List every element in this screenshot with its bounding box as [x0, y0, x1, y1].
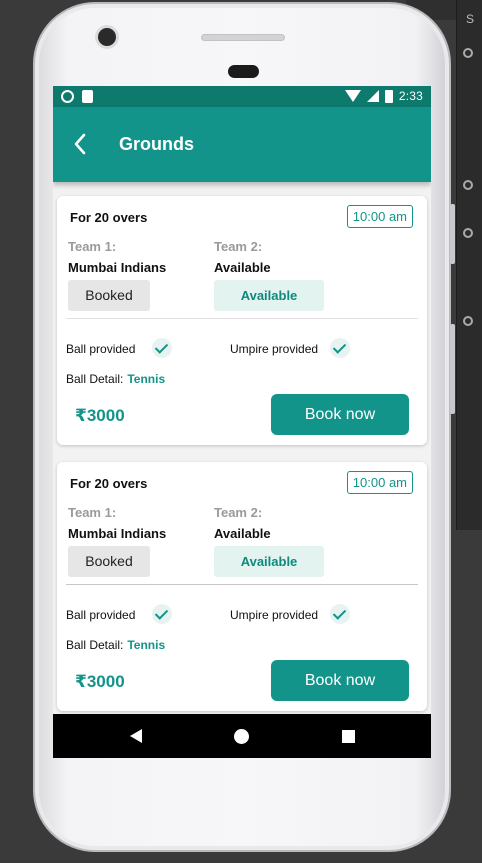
umpire-provided-label: Umpire provided [230, 342, 319, 356]
ball-provided-check-icon [152, 604, 172, 624]
team1-label: Team 1: [68, 239, 117, 254]
ide-tab[interactable]: S [457, 6, 482, 32]
ide-tool-icon[interactable] [463, 180, 473, 190]
team1-booked-status: Booked [68, 280, 150, 311]
front-camera [98, 28, 116, 46]
page-title: Grounds [119, 134, 194, 154]
ground-card: For 20 overs 10:00 am Team 1: Mumbai Ind… [57, 196, 427, 445]
team1-name: Mumbai Indians [68, 260, 167, 275]
overs-label: For 20 overs [70, 476, 148, 491]
wifi-icon [344, 90, 361, 102]
ball-detail-label: Ball Detail: [66, 638, 124, 652]
ide-tool-icon[interactable] [463, 48, 473, 58]
battery-icon [384, 89, 393, 103]
time-badge: 10:00 am [346, 471, 413, 494]
card-divider [66, 318, 418, 319]
ide-tool-icon[interactable] [463, 228, 473, 238]
status-time: 2:33 [398, 89, 423, 103]
nav-recents-icon[interactable] [342, 730, 355, 743]
volume-button [450, 324, 455, 414]
book-now-button[interactable]: Book now [271, 660, 409, 701]
team1-booked-status: Booked [68, 546, 150, 577]
price: ₹3000 [75, 672, 125, 691]
sd-card-icon [82, 90, 93, 103]
cell-signal-icon [366, 90, 379, 102]
system-nav-bar [53, 714, 431, 758]
nav-back-icon[interactable] [130, 729, 142, 743]
ball-detail: Ball Detail: Tennis [66, 372, 165, 386]
nav-home-icon[interactable] [234, 729, 249, 744]
ball-detail-label: Ball Detail: [66, 372, 124, 386]
earpiece-grille [201, 34, 285, 41]
umpire-provided-check-icon [330, 338, 350, 358]
team2-name: Available [214, 260, 271, 275]
ide-side-panel: S [456, 0, 482, 530]
team2-label: Team 2: [214, 505, 263, 520]
book-now-button[interactable]: Book now [271, 394, 409, 435]
ball-detail-value: Tennis [127, 638, 166, 652]
app-bar: Grounds [53, 107, 431, 182]
grounds-list[interactable]: For 20 overs 10:00 am Team 1: Mumbai Ind… [53, 182, 431, 714]
back-arrow-icon[interactable] [73, 133, 87, 155]
team1-name: Mumbai Indians [68, 526, 167, 541]
ide-tool-icon[interactable] [463, 316, 473, 326]
status-bar: 2:33 [53, 86, 431, 107]
ball-provided-label: Ball provided [66, 342, 136, 356]
team1-label: Team 1: [68, 505, 117, 520]
notification-circle-icon [61, 90, 74, 103]
power-button [450, 204, 455, 264]
ball-provided-check-icon [152, 338, 172, 358]
overs-label: For 20 overs [70, 210, 148, 225]
ground-card: For 20 overs 10:00 am Team 1: Mumbai Ind… [57, 462, 427, 711]
team2-available-status[interactable]: Available [214, 280, 324, 311]
price: ₹3000 [75, 406, 125, 425]
umpire-provided-check-icon [330, 604, 350, 624]
time-badge: 10:00 am [346, 205, 413, 228]
ball-provided-label: Ball provided [66, 608, 136, 622]
device-screen: 2:33 Grounds For 20 overs 10:00 am Team … [53, 86, 431, 758]
team2-label: Team 2: [214, 239, 263, 254]
card-divider [66, 584, 418, 585]
team2-available-status[interactable]: Available [214, 546, 324, 577]
umpire-provided-label: Umpire provided [230, 608, 319, 622]
ball-detail-value: Tennis [127, 372, 166, 386]
ball-detail: Ball Detail: Tennis [66, 638, 165, 652]
speaker-slot [228, 65, 259, 78]
team2-name: Available [214, 526, 271, 541]
